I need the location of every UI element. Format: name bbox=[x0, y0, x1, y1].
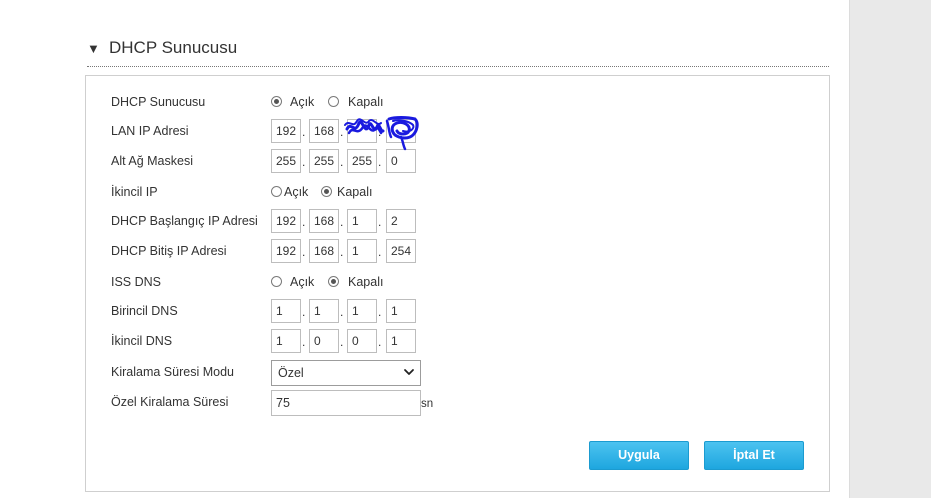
primary-dns-octet-2[interactable] bbox=[309, 299, 339, 323]
secondary-dns-octet-1[interactable] bbox=[271, 329, 301, 353]
dhcp-server-off-label[interactable]: Kapalı bbox=[348, 95, 383, 109]
right-gutter bbox=[849, 0, 931, 498]
lease-mode-value: Özel bbox=[278, 366, 304, 380]
dhcp-server-off-radio[interactable] bbox=[328, 96, 339, 107]
lan-ip-octet-1[interactable] bbox=[271, 119, 301, 143]
dhcp-server-on-radio[interactable] bbox=[271, 96, 282, 107]
subnet-mask-octet-3[interactable] bbox=[347, 149, 377, 173]
custom-lease-label: Özel Kiralama Süresi bbox=[111, 395, 229, 409]
secondary-dns-octet-3[interactable] bbox=[347, 329, 377, 353]
dhcp-end-octet-3[interactable] bbox=[347, 239, 377, 263]
octet-separator: . bbox=[378, 335, 382, 349]
lan-ip-label: LAN IP Adresi bbox=[111, 124, 189, 138]
octet-separator: . bbox=[302, 305, 306, 319]
secondary-ip-on-radio[interactable] bbox=[271, 186, 282, 197]
octet-separator: . bbox=[378, 305, 382, 319]
section-title: DHCP Sunucusu bbox=[109, 38, 238, 57]
isp-dns-on-radio[interactable] bbox=[271, 276, 282, 287]
secondary-ip-off-label[interactable]: Kapalı bbox=[337, 185, 372, 199]
secondary-ip-on-label[interactable]: Açık bbox=[284, 185, 308, 199]
primary-dns-octet-4[interactable] bbox=[386, 299, 416, 323]
octet-separator: . bbox=[302, 125, 306, 139]
isp-dns-on-label[interactable]: Açık bbox=[290, 275, 314, 289]
custom-lease-unit: sn bbox=[421, 398, 434, 410]
secondary-ip-label: İkincil IP bbox=[111, 185, 158, 199]
octet-separator: . bbox=[378, 125, 382, 139]
octet-separator: . bbox=[340, 245, 344, 259]
secondary-dns-octet-2[interactable] bbox=[309, 329, 339, 353]
lan-ip-octet-3[interactable] bbox=[347, 119, 377, 143]
lease-mode-select[interactable]: Özel bbox=[271, 360, 421, 386]
secondary-ip-off-radio[interactable] bbox=[321, 186, 332, 197]
octet-separator: . bbox=[302, 215, 306, 229]
dhcp-end-octet-2[interactable] bbox=[309, 239, 339, 263]
subnet-mask-label: Alt Ağ Maskesi bbox=[111, 154, 193, 168]
custom-lease-input[interactable] bbox=[271, 390, 421, 416]
dhcp-start-label: DHCP Başlangıç IP Adresi bbox=[111, 214, 258, 228]
secondary-dns-label: İkincil DNS bbox=[111, 334, 173, 348]
isp-dns-label: ISS DNS bbox=[111, 275, 162, 289]
primary-dns-octet-1[interactable] bbox=[271, 299, 301, 323]
dhcp-end-octet-4[interactable] bbox=[386, 239, 416, 263]
lease-mode-label: Kiralama Süresi Modu bbox=[111, 365, 234, 379]
dhcp-start-octet-3[interactable] bbox=[347, 209, 377, 233]
dhcp-start-octet-1[interactable] bbox=[271, 209, 301, 233]
octet-separator: . bbox=[378, 245, 382, 259]
octet-separator: . bbox=[302, 155, 306, 169]
octet-separator: . bbox=[378, 155, 382, 169]
chevron-down-icon bbox=[404, 369, 414, 375]
isp-dns-off-radio[interactable] bbox=[328, 276, 339, 287]
dhcp-start-octet-4[interactable] bbox=[386, 209, 416, 233]
octet-separator: . bbox=[378, 215, 382, 229]
primary-dns-octet-3[interactable] bbox=[347, 299, 377, 323]
octet-separator: . bbox=[340, 335, 344, 349]
octet-separator: . bbox=[302, 245, 306, 259]
lan-ip-octet-2[interactable] bbox=[309, 119, 339, 143]
dhcp-server-label: DHCP Sunucusu bbox=[111, 95, 206, 109]
dhcp-server-on-label[interactable]: Açık bbox=[290, 95, 314, 109]
triangle-down-icon[interactable]: ▼ bbox=[87, 41, 100, 56]
dhcp-end-label: DHCP Bitiş IP Adresi bbox=[111, 244, 227, 258]
subnet-mask-octet-1[interactable] bbox=[271, 149, 301, 173]
subnet-mask-octet-2[interactable] bbox=[309, 149, 339, 173]
apply-button[interactable]: Uygula bbox=[589, 441, 689, 470]
section-header[interactable]: ▼ DHCP Sunucusu bbox=[87, 38, 829, 67]
octet-separator: . bbox=[302, 335, 306, 349]
octet-separator: . bbox=[340, 155, 344, 169]
subnet-mask-octet-4[interactable] bbox=[386, 149, 416, 173]
dhcp-start-octet-2[interactable] bbox=[309, 209, 339, 233]
dhcp-end-octet-1[interactable] bbox=[271, 239, 301, 263]
cancel-button[interactable]: İptal Et bbox=[704, 441, 804, 470]
octet-separator: . bbox=[340, 125, 344, 139]
dhcp-settings-panel bbox=[85, 75, 830, 492]
primary-dns-label: Birincil DNS bbox=[111, 304, 178, 318]
secondary-dns-octet-4[interactable] bbox=[386, 329, 416, 353]
octet-separator: . bbox=[340, 305, 344, 319]
octet-separator: . bbox=[340, 215, 344, 229]
lan-ip-octet-4[interactable] bbox=[386, 119, 416, 143]
isp-dns-off-label[interactable]: Kapalı bbox=[348, 275, 383, 289]
